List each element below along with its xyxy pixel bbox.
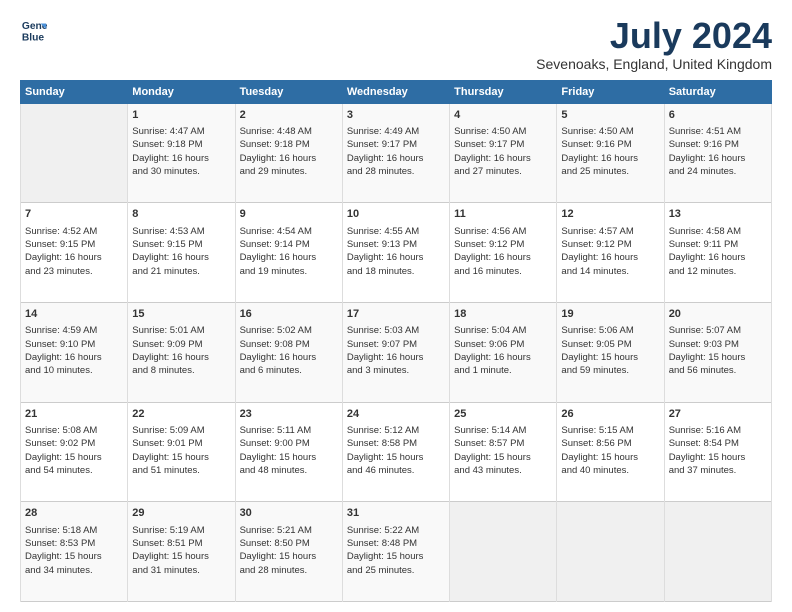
calendar-cell: 6Sunrise: 4:51 AMSunset: 9:16 PMDaylight… — [664, 103, 771, 203]
week-row-3: 14Sunrise: 4:59 AMSunset: 9:10 PMDayligh… — [21, 302, 772, 402]
calendar-cell: 4Sunrise: 4:50 AMSunset: 9:17 PMDaylight… — [450, 103, 557, 203]
header: General Blue General Blue July 2024 Seve… — [20, 16, 772, 72]
calendar-cell: 19Sunrise: 5:06 AMSunset: 9:05 PMDayligh… — [557, 302, 664, 402]
calendar-cell: 3Sunrise: 4:49 AMSunset: 9:17 PMDaylight… — [342, 103, 449, 203]
svg-text:Blue: Blue — [22, 32, 45, 43]
col-header-friday: Friday — [557, 80, 664, 103]
calendar-cell: 27Sunrise: 5:16 AMSunset: 8:54 PMDayligh… — [664, 402, 771, 502]
calendar-table: SundayMondayTuesdayWednesdayThursdayFrid… — [20, 80, 772, 602]
calendar-page: General Blue General Blue July 2024 Seve… — [0, 0, 792, 612]
col-header-sunday: Sunday — [21, 80, 128, 103]
logo-icon: General Blue — [20, 16, 48, 44]
week-row-1: 1Sunrise: 4:47 AMSunset: 9:18 PMDaylight… — [21, 103, 772, 203]
logo: General Blue General Blue — [20, 16, 48, 44]
calendar-cell: 25Sunrise: 5:14 AMSunset: 8:57 PMDayligh… — [450, 402, 557, 502]
calendar-cell: 30Sunrise: 5:21 AMSunset: 8:50 PMDayligh… — [235, 502, 342, 602]
header-row: SundayMondayTuesdayWednesdayThursdayFrid… — [21, 80, 772, 103]
calendar-cell: 31Sunrise: 5:22 AMSunset: 8:48 PMDayligh… — [342, 502, 449, 602]
calendar-cell: 8Sunrise: 4:53 AMSunset: 9:15 PMDaylight… — [128, 203, 235, 303]
week-row-4: 21Sunrise: 5:08 AMSunset: 9:02 PMDayligh… — [21, 402, 772, 502]
calendar-cell — [664, 502, 771, 602]
calendar-cell: 18Sunrise: 5:04 AMSunset: 9:06 PMDayligh… — [450, 302, 557, 402]
calendar-cell: 11Sunrise: 4:56 AMSunset: 9:12 PMDayligh… — [450, 203, 557, 303]
calendar-cell: 20Sunrise: 5:07 AMSunset: 9:03 PMDayligh… — [664, 302, 771, 402]
calendar-cell: 15Sunrise: 5:01 AMSunset: 9:09 PMDayligh… — [128, 302, 235, 402]
calendar-cell: 16Sunrise: 5:02 AMSunset: 9:08 PMDayligh… — [235, 302, 342, 402]
calendar-cell — [557, 502, 664, 602]
calendar-cell: 10Sunrise: 4:55 AMSunset: 9:13 PMDayligh… — [342, 203, 449, 303]
main-title: July 2024 — [536, 16, 772, 56]
calendar-cell — [450, 502, 557, 602]
calendar-cell: 26Sunrise: 5:15 AMSunset: 8:56 PMDayligh… — [557, 402, 664, 502]
col-header-thursday: Thursday — [450, 80, 557, 103]
calendar-cell: 12Sunrise: 4:57 AMSunset: 9:12 PMDayligh… — [557, 203, 664, 303]
col-header-tuesday: Tuesday — [235, 80, 342, 103]
calendar-cell: 2Sunrise: 4:48 AMSunset: 9:18 PMDaylight… — [235, 103, 342, 203]
col-header-monday: Monday — [128, 80, 235, 103]
calendar-cell: 29Sunrise: 5:19 AMSunset: 8:51 PMDayligh… — [128, 502, 235, 602]
week-row-5: 28Sunrise: 5:18 AMSunset: 8:53 PMDayligh… — [21, 502, 772, 602]
calendar-cell: 1Sunrise: 4:47 AMSunset: 9:18 PMDaylight… — [128, 103, 235, 203]
calendar-cell: 17Sunrise: 5:03 AMSunset: 9:07 PMDayligh… — [342, 302, 449, 402]
title-block: July 2024 Sevenoaks, England, United Kin… — [536, 16, 772, 72]
calendar-cell: 24Sunrise: 5:12 AMSunset: 8:58 PMDayligh… — [342, 402, 449, 502]
calendar-cell: 22Sunrise: 5:09 AMSunset: 9:01 PMDayligh… — [128, 402, 235, 502]
calendar-cell: 14Sunrise: 4:59 AMSunset: 9:10 PMDayligh… — [21, 302, 128, 402]
subtitle: Sevenoaks, England, United Kingdom — [536, 56, 772, 72]
calendar-cell: 9Sunrise: 4:54 AMSunset: 9:14 PMDaylight… — [235, 203, 342, 303]
col-header-wednesday: Wednesday — [342, 80, 449, 103]
calendar-cell: 13Sunrise: 4:58 AMSunset: 9:11 PMDayligh… — [664, 203, 771, 303]
calendar-cell: 23Sunrise: 5:11 AMSunset: 9:00 PMDayligh… — [235, 402, 342, 502]
calendar-cell: 5Sunrise: 4:50 AMSunset: 9:16 PMDaylight… — [557, 103, 664, 203]
calendar-cell: 21Sunrise: 5:08 AMSunset: 9:02 PMDayligh… — [21, 402, 128, 502]
calendar-cell: 28Sunrise: 5:18 AMSunset: 8:53 PMDayligh… — [21, 502, 128, 602]
week-row-2: 7Sunrise: 4:52 AMSunset: 9:15 PMDaylight… — [21, 203, 772, 303]
col-header-saturday: Saturday — [664, 80, 771, 103]
calendar-cell: 7Sunrise: 4:52 AMSunset: 9:15 PMDaylight… — [21, 203, 128, 303]
calendar-cell — [21, 103, 128, 203]
